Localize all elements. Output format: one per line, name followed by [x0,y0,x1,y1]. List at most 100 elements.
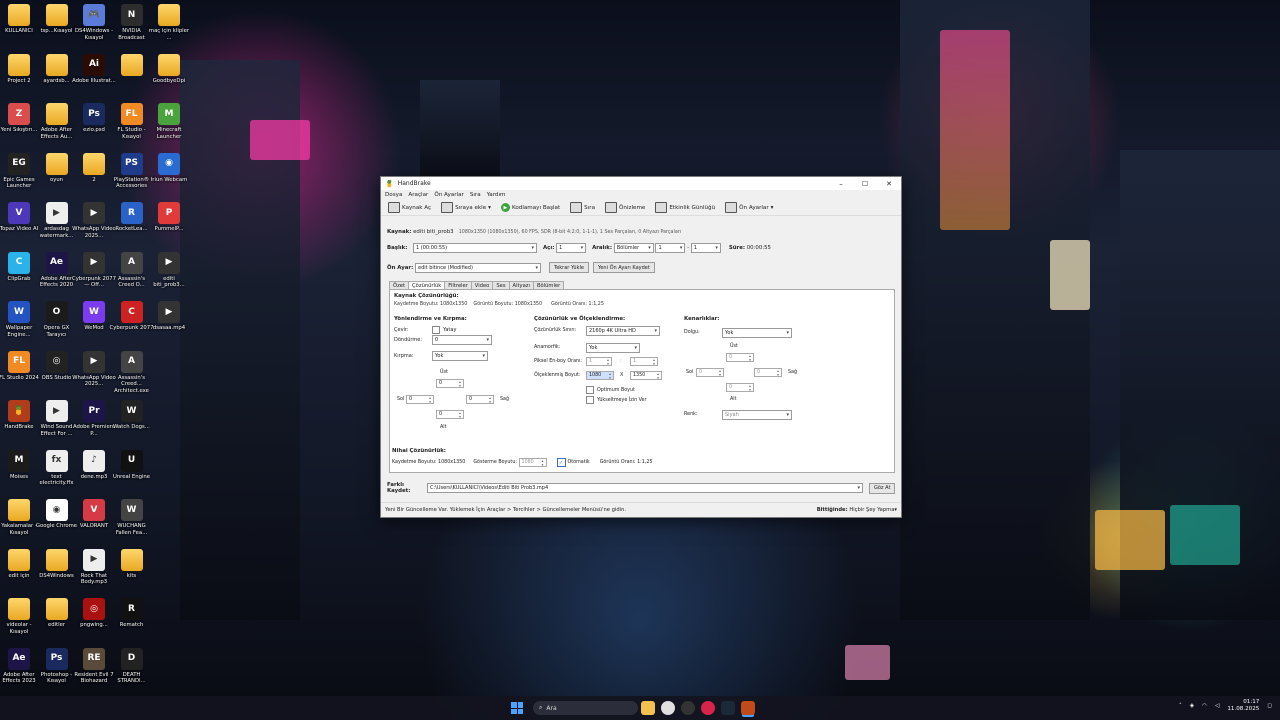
taskbar-search[interactable]: ⌕ Ara [533,701,638,715]
scaled-width-input[interactable]: 1080 [586,371,614,380]
close-icon[interactable]: ✕ [877,180,901,188]
app-icon: ▶ [45,400,68,422]
preset-select[interactable]: edit bitince (Modified) [415,262,541,273]
add-to-queue-button[interactable]: Sıraya ekle ▾ [438,202,494,213]
neon-sign [940,30,1010,230]
chevron-down-icon[interactable]: ▾ [771,205,774,211]
menu-queue[interactable]: Sıra [470,192,481,198]
pixel-aspect-separator: : [620,359,622,364]
desktop-icon[interactable]: ◉ Iriun Webcam [147,152,191,184]
allow-upscale-checkbox[interactable]: Yükseltmeye İzin Ver [586,396,646,404]
desktop-icon[interactable]: D DEATH STRANDI... [110,647,154,685]
clock[interactable]: 01:17 11.08.2025 [1227,699,1259,713]
title-bar[interactable]: 🍍 HandBrake – ☐ ✕ [381,177,901,190]
update-message[interactable]: Yeni Bir Güncelleme Var. Yüklemek İçin A… [385,507,817,513]
crop-right-input[interactable]: 0 [466,395,494,404]
angle-select[interactable]: 1 [556,243,587,253]
title-select[interactable]: 1 (00:00:55) [413,243,537,253]
app-icon: ▶ [158,301,180,323]
steam-icon[interactable] [721,701,735,715]
wifi-icon[interactable]: ◠ [1202,703,1207,709]
network-icon[interactable]: ◈ [1190,703,1194,709]
menu-tools[interactable]: Araçlar [408,192,428,198]
desktop-icon[interactable]: P PummelP... [147,202,191,233]
opera-gx-icon[interactable] [701,701,715,715]
volume-icon[interactable]: ◁ [1215,703,1219,709]
windows-start-icon[interactable] [511,702,523,714]
open-source-label: Kaynak Aç [402,204,432,211]
app-icon: N [120,4,143,26]
chevron-down-icon[interactable]: ▾ [894,507,897,513]
app-icon: Ps [45,647,68,670]
border-left-input[interactable]: 0 [696,368,724,377]
queue-button[interactable]: Sıra [567,202,598,213]
border-right-input[interactable]: 0 [754,368,782,377]
activity-log-button[interactable]: Etkinlik Günlüğü [652,202,718,213]
flip-checkbox[interactable]: Yatay [432,326,456,334]
range-to-select[interactable]: 1 [690,243,721,253]
minimize-icon[interactable]: – [829,180,853,188]
anamorphic-select[interactable]: Yok [586,343,640,353]
optimal-check-box[interactable] [586,386,594,394]
chrome-icon[interactable] [661,701,675,715]
crop-left-input[interactable]: 0 [406,395,434,404]
crop-bottom-input[interactable]: 0 [436,410,464,419]
desktop-icon[interactable]: W WUCHANG Fallen Fea... [110,499,154,536]
obs-icon[interactable] [681,701,695,715]
menu-file[interactable]: Dosya [385,192,402,198]
pixel-aspect-width-input[interactable]: 1 [586,357,612,366]
preview-button[interactable]: Önizleme [602,202,648,213]
scaled-height-input[interactable]: 1350 [630,371,662,380]
crop-select[interactable]: Yok [432,351,488,361]
flip-check-box[interactable] [432,326,440,334]
save-path-input[interactable]: C:\Users\KULLANICI\Videos\Editi Biti Pro… [427,483,863,493]
border-color-select[interactable]: Siyah [722,410,792,420]
auto-check-icon[interactable]: ✓ [556,458,566,467]
file-explorer-icon[interactable] [641,701,655,715]
app-icon: Ai [83,53,105,76]
save-new-preset-button[interactable]: Yeni Ön Ayarı Kaydet [592,262,655,273]
desktop-icon[interactable]: GoodbyeDpi [147,53,191,85]
desktop-icon[interactable]: U Unreal Engine [110,449,154,481]
fill-select[interactable]: Yok [722,328,792,338]
open-source-button[interactable]: Kaynak Aç [385,202,434,213]
desktop-icon[interactable]: M Minecraft Launcher [147,103,191,140]
reload-preset-button[interactable]: Tekrar Yükle [549,262,589,273]
desktop-icon-label: Rematch [119,622,144,628]
pixel-aspect-height-input[interactable]: 1 [630,357,658,366]
app-icon: Z [8,103,30,125]
crop-top-input[interactable]: 0 [436,379,464,388]
range-from-select[interactable]: 1 [655,243,686,253]
browse-button[interactable]: Göz At [869,482,896,494]
resolution-limit-select[interactable]: 2160p 4K Ultra HD [586,326,660,336]
desktop-icon[interactable]: A Assassin's Creed... Architect.exe [110,350,154,395]
rotate-select[interactable]: 0 [432,335,492,345]
desktop-icon[interactable]: maç için klipler ... [147,4,191,41]
chevron-down-icon[interactable]: ▾ [488,205,491,211]
menu-help[interactable]: Yardım [487,192,506,198]
presets-button[interactable]: Ön Ayarlar ▾ [722,202,776,213]
when-done-select[interactable]: Hiçbir Şey Yapma [849,507,894,513]
border-top-input[interactable]: 0 [726,353,754,362]
tray: ˄ ◈ ◠ ◁ 01:17 11.08.2025 ◻ [1179,699,1272,713]
maximize-icon[interactable]: ☐ [853,180,877,188]
rotate-label: Döndürme: [394,337,423,343]
desktop-icon[interactable]: ▶ editi biti_prob3... [147,251,191,289]
desktop-icon[interactable]: W Watch Dogs... [110,400,154,431]
desktop-icon[interactable]: kits [110,548,154,580]
start-encode-button[interactable]: ▶ Kodlamayı Başlat [498,203,563,212]
border-bottom-input[interactable]: 0 [726,383,754,392]
source-dimensions-heading: Kaynak Çözünürlüğü: [394,293,459,299]
notification-icon[interactable]: ◻ [1267,703,1272,709]
upscale-check-box[interactable] [586,396,594,404]
range-mode-select[interactable]: Bölümler [613,243,654,253]
optimal-size-checkbox[interactable]: Optimum Boyut [586,386,635,394]
final-display-input[interactable]: 1080 [518,458,547,467]
menu-presets[interactable]: Ön Ayarlar [434,192,464,198]
duration-value: 00:00:55 [746,245,771,251]
desktop-icon[interactable]: R Rematch [110,598,154,629]
chevron-up-icon[interactable]: ˄ [1179,703,1182,709]
preview-label: Önizleme [619,204,646,211]
desktop-icon[interactable]: ▶ dsasaa.mp4 [147,301,191,332]
handbrake-taskbar-icon[interactable] [741,701,755,715]
